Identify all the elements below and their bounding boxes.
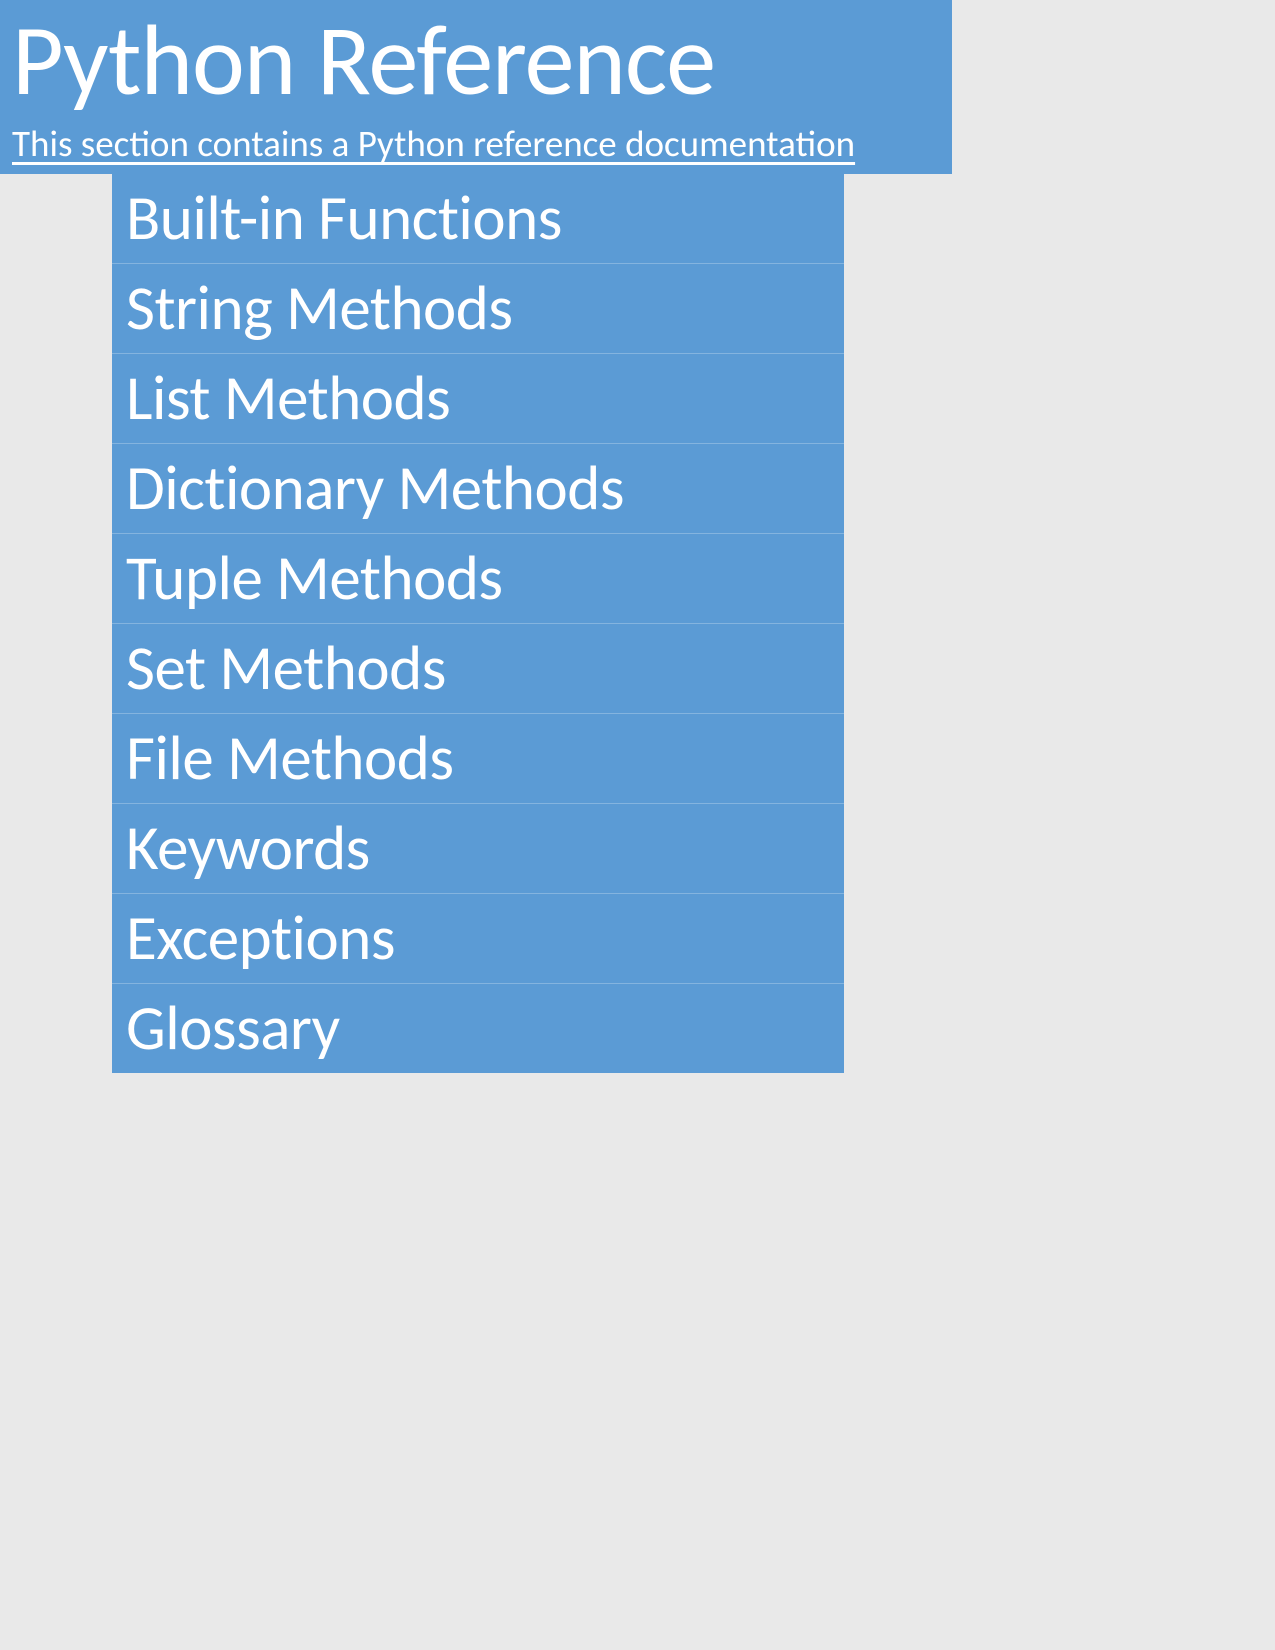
page-title: Python Reference — [12, 0, 940, 120]
menu-item-string-methods[interactable]: String Methods — [112, 264, 844, 354]
menu-item-exceptions[interactable]: Exceptions — [112, 894, 844, 984]
menu-item-glossary[interactable]: Glossary — [112, 984, 844, 1073]
menu-item-keywords[interactable]: Keywords — [112, 804, 844, 894]
header: Python Reference This section contains a… — [0, 0, 952, 174]
menu-item-built-in-functions[interactable]: Built-in Functions — [112, 174, 844, 264]
menu-item-file-methods[interactable]: File Methods — [112, 714, 844, 804]
menu-item-list-methods[interactable]: List Methods — [112, 354, 844, 444]
menu-item-tuple-methods[interactable]: Tuple Methods — [112, 534, 844, 624]
menu-item-dictionary-methods[interactable]: Dictionary Methods — [112, 444, 844, 534]
reference-menu: Built-in Functions String Methods List M… — [112, 174, 844, 1073]
page-subtitle[interactable]: This section contains a Python reference… — [12, 120, 940, 170]
menu-item-set-methods[interactable]: Set Methods — [112, 624, 844, 714]
